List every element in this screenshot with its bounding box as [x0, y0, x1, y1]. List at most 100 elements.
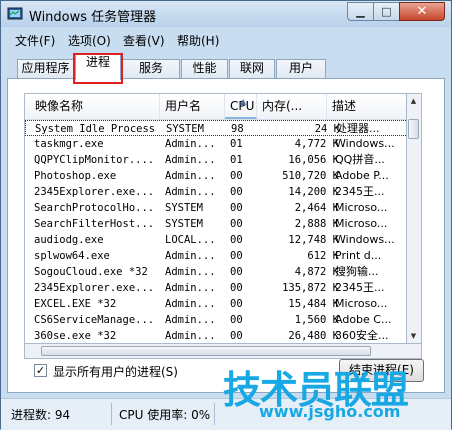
tab-users[interactable]: 用户: [276, 59, 326, 78]
process-memory: 2,888 K: [294, 218, 339, 230]
process-description: Adobe C...: [335, 313, 392, 326]
process-user: Admin...: [165, 282, 216, 294]
process-name: splwow64.exe: [34, 250, 110, 262]
process-memory: 24 K: [314, 123, 340, 135]
watermark-url: www.jsgho.com: [259, 402, 401, 421]
process-row[interactable]: 360se.exe *32 Admin... 00 26,480 K 360安全...: [25, 328, 406, 343]
process-name: SearchProtocolHo...: [34, 202, 155, 214]
process-cpu: 00: [230, 186, 243, 198]
horizontal-scrollbar[interactable]: [24, 344, 422, 359]
process-memory: 2,464 K: [294, 202, 339, 214]
menu-file[interactable]: 文件(F): [15, 32, 55, 49]
process-description: Adobe P...: [335, 169, 389, 182]
process-cpu: 01: [230, 154, 243, 166]
process-user: Admin...: [165, 170, 216, 182]
process-name: SearchFilterHost...: [34, 218, 155, 230]
column-cpu[interactable]: ▲ CPU: [225, 94, 257, 119]
tab-strip: 应用程序 进程 服务 性能 联网 用户: [1, 53, 451, 80]
process-user: Admin...: [165, 298, 216, 310]
show-all-users-checkbox[interactable]: ✓: [34, 364, 47, 377]
task-manager-icon: [7, 7, 23, 20]
process-name: 360se.exe *32: [34, 330, 117, 342]
process-row[interactable]: SearchFilterHost... SYSTEM 00 2,888 K Micros…: [25, 216, 406, 232]
process-name: SogouCloud.exe *32: [34, 266, 148, 278]
tab-services[interactable]: 服务: [122, 59, 180, 78]
process-user: Admin...: [165, 266, 216, 278]
minimize-button[interactable]: ▁: [347, 2, 374, 21]
status-divider: [214, 403, 215, 425]
status-divider: [111, 403, 112, 425]
menu-view[interactable]: 查看(V): [123, 32, 165, 49]
process-cpu: 98: [231, 123, 244, 135]
process-description: Microso...: [335, 297, 388, 310]
task-manager-window: Windows 任务管理器 ▁ □ ✕ 文件(F) 选项(O) 查看(V) 帮助…: [0, 0, 452, 430]
vertical-scrollbar[interactable]: ▲ ▼: [407, 93, 422, 344]
process-user: SYSTEM: [166, 123, 204, 135]
process-memory: 15,484 K: [288, 298, 339, 310]
process-memory: 510,720 K: [282, 170, 339, 182]
process-memory: 16,056 K: [288, 154, 339, 166]
process-row[interactable]: EXCEL.EXE *32 Admin... 00 15,484 K Microso..…: [25, 296, 406, 312]
title-bar[interactable]: Windows 任务管理器 ▁ □ ✕: [1, 1, 451, 27]
process-row[interactable]: System Idle Process SYSTEM 98 24 K 处理器...: [25, 120, 406, 136]
process-description: 2345王...: [335, 281, 385, 294]
process-user: Admin...: [165, 314, 216, 326]
process-row[interactable]: SogouCloud.exe *32 Admin... 00 4,872 K 搜狗输..…: [25, 264, 406, 280]
process-row[interactable]: splwow64.exe Admin... 00 612 K Print d...: [25, 248, 406, 264]
column-image-name[interactable]: 映像名称: [25, 94, 160, 119]
menu-help[interactable]: 帮助(H): [177, 32, 219, 49]
process-row[interactable]: audiodg.exe LOCAL... 00 12,748 K Windows...: [25, 232, 406, 248]
process-name: EXCEL.EXE *32: [34, 298, 117, 310]
process-name: 2345Explorer.exe...: [34, 186, 155, 198]
process-row[interactable]: SearchProtocolHo... SYSTEM 00 2,464 K Micros…: [25, 200, 406, 216]
process-memory: 4,772 K: [294, 138, 339, 150]
process-cpu: 00: [230, 282, 243, 294]
process-count: 进程数: 94: [11, 408, 71, 422]
show-all-users-label: 显示所有用户的进程(S): [53, 365, 178, 379]
process-description: 360安全...: [335, 329, 389, 342]
process-memory: 1,560 K: [294, 314, 339, 326]
process-name: 2345Explorer.exe...: [34, 282, 155, 294]
horizontal-scroll-thumb[interactable]: [41, 346, 371, 356]
scroll-down-icon[interactable]: ▼: [407, 329, 420, 343]
process-description: Microso...: [335, 201, 388, 214]
process-row[interactable]: 2345Explorer.exe... Admin... 00 135,872 K 23…: [25, 280, 406, 296]
process-user: SYSTEM: [165, 218, 203, 230]
process-row[interactable]: 2345Explorer.exe... Admin... 00 14,200 K 234…: [25, 184, 406, 200]
column-memory[interactable]: 内存(...: [257, 94, 327, 119]
process-cpu: 00: [230, 170, 243, 182]
process-list[interactable]: 映像名称 用户名 ▲ CPU 内存(... 描述 System Idle Pro…: [24, 93, 407, 344]
window-title: Windows 任务管理器: [29, 10, 157, 25]
process-cpu: 00: [230, 234, 243, 246]
process-user: Admin...: [165, 186, 216, 198]
process-user: Admin...: [165, 154, 216, 166]
process-name: QQPYClipMonitor....: [34, 154, 155, 166]
process-row[interactable]: taskmgr.exe Admin... 01 4,772 K Windows...: [25, 136, 406, 152]
menu-bar: 文件(F) 选项(O) 查看(V) 帮助(H): [1, 31, 451, 49]
maximize-button[interactable]: □: [373, 2, 400, 21]
process-description: QQ拼音...: [335, 153, 385, 166]
process-row[interactable]: Photoshop.exe Admin... 00 510,720 K Adobe P.…: [25, 168, 406, 184]
tab-networking[interactable]: 联网: [229, 59, 275, 78]
column-user-name[interactable]: 用户名: [160, 94, 225, 119]
tab-applications[interactable]: 应用程序: [17, 59, 74, 78]
process-memory: 135,872 K: [282, 282, 339, 294]
process-description: Print d...: [335, 249, 382, 262]
process-memory: 14,200 K: [288, 186, 339, 198]
menu-options[interactable]: 选项(O): [68, 32, 111, 49]
tab-performance[interactable]: 性能: [181, 59, 228, 78]
column-description[interactable]: 描述: [327, 94, 406, 119]
process-cpu: 00: [230, 250, 243, 262]
column-header: 映像名称 用户名 ▲ CPU 内存(... 描述: [25, 94, 406, 120]
vertical-scroll-thumb[interactable]: [408, 119, 419, 139]
process-user: Admin...: [165, 250, 216, 262]
process-cpu: 00: [230, 218, 243, 230]
process-user: SYSTEM: [165, 202, 203, 214]
close-button[interactable]: ✕: [399, 2, 445, 21]
process-cpu: 00: [230, 202, 243, 214]
process-row[interactable]: QQPYClipMonitor.... Admin... 01 16,056 K QQ拼…: [25, 152, 406, 168]
process-row[interactable]: CS6ServiceManage... Admin... 00 1,560 K Adob…: [25, 312, 406, 328]
scroll-up-icon[interactable]: ▲: [407, 94, 420, 108]
process-cpu: 01: [230, 138, 243, 150]
process-description: Windows...: [335, 137, 395, 150]
